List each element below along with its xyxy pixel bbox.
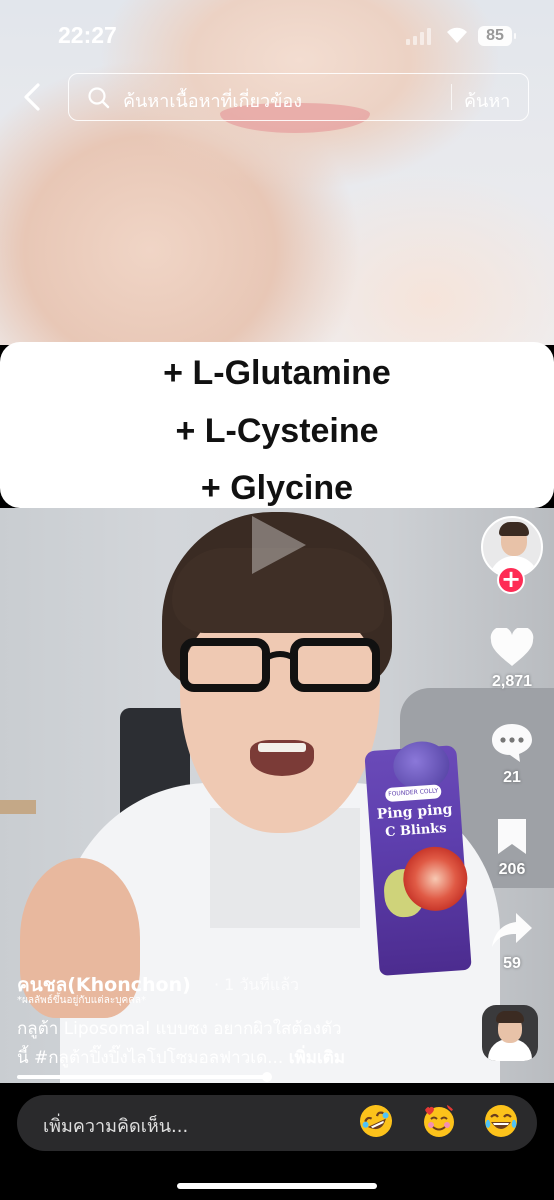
search-divider [451,84,452,110]
home-indicator[interactable] [177,1183,377,1189]
packet-subtitle: C Blinks [384,820,448,841]
share-button[interactable]: 59 [480,910,544,973]
glasses-icon [180,638,380,692]
presenter-mouth [250,740,314,776]
caption-line: + L-Cysteine [175,412,379,450]
signal-icon [406,28,431,45]
post-time: · 1 วันที่แล้ว [214,975,300,994]
like-count: 2,871 [491,673,533,690]
post-description-text: นี้ #กลูต้าปิ๊งปิ๊งไลโปโซมอลฟาวเด... [17,1048,284,1068]
post-description-line1: กลูต้า Liposomal แบบซง อยากผิวใสต้องตัว [17,1019,342,1039]
post-disclaimer: *ผลลัพธ์ขึ้นอยู่กับแต่ละบุคคล* [17,995,147,1006]
battery-indicator: 85 [478,26,516,46]
back-icon[interactable] [20,82,46,112]
follow-button[interactable]: + [497,566,525,594]
status-bar: 22:27 85 [0,0,554,70]
comment-count: 21 [503,769,521,786]
laughing-emoji-icon[interactable] [483,1103,519,1139]
heart-icon [490,626,534,666]
search-input[interactable]: ค้นหาเนื้อหาที่เกี่ยวข้อง [123,86,302,115]
search-icon [88,87,110,109]
video-progress-bar[interactable] [17,1075,267,1079]
background-shelf [0,800,36,814]
share-icon [492,913,532,947]
wifi-icon [447,27,467,43]
avatar-hair [499,522,529,536]
post-description-line2: นี้ #กลูต้าปิ๊งปิ๊งไลโปโซมอลฟาวเด... เพิ… [17,1044,345,1071]
comment-input[interactable]: เพิ่มความคิดเห็น... [17,1095,537,1151]
caption-line: + Glycine [200,469,354,507]
video-progress-handle[interactable] [262,1072,272,1082]
comment-button[interactable]: 21 [480,722,544,787]
search-button[interactable]: ค้นหา [464,86,510,115]
caption-line: + L-Glutamine [163,354,391,392]
more-link[interactable]: เพิ่มเติม [289,1048,345,1068]
like-button[interactable]: 2,871 [480,626,544,691]
comment-placeholder: เพิ่มความคิดเห็น... [43,1116,189,1137]
comment-icon [492,724,532,762]
music-disc[interactable] [482,1005,538,1061]
search-bar[interactable]: ค้นหาเนื้อหาที่เกี่ยวข้อง ค้นหา [68,73,529,121]
product-packet: FOUNDER COLLY Ping ping C Blinks [364,739,472,976]
save-count: 206 [498,861,526,878]
bookmark-icon [498,819,526,854]
disc-avatar-hair [496,1011,524,1023]
packet-brand: FOUNDER COLLY [384,784,442,803]
share-count: 59 [503,955,521,972]
save-button[interactable]: 206 [480,816,544,879]
smiling-hearts-emoji-icon[interactable] [421,1103,457,1139]
rofl-emoji-icon[interactable] [358,1103,394,1139]
status-time: 22:27 [58,22,117,48]
video-caption-box: + L-Glutamine + L-Cysteine + Glycine [0,342,554,508]
play-icon[interactable] [248,512,310,578]
